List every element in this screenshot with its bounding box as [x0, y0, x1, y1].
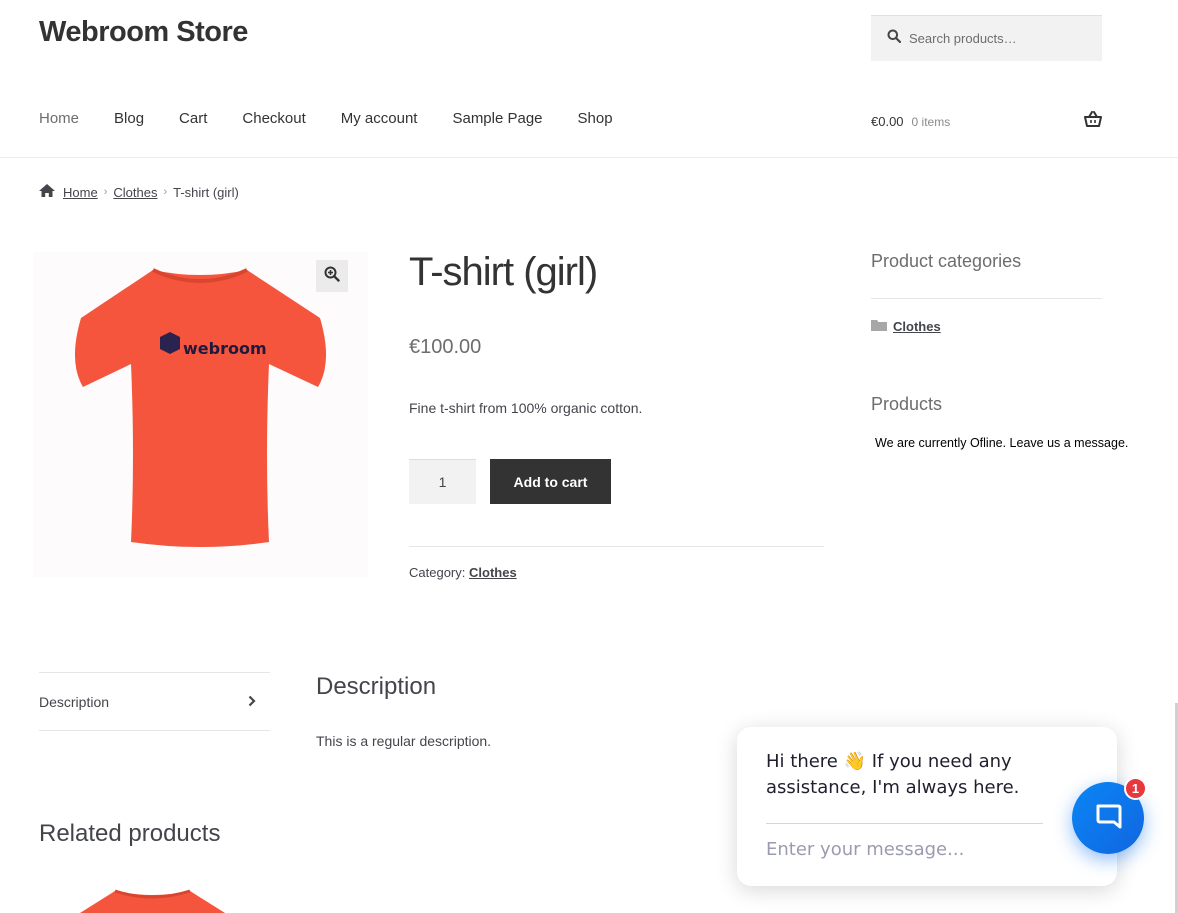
sidebar-category-label[interactable]: Clothes: [893, 319, 941, 334]
nav-item-my-account[interactable]: My account: [341, 110, 418, 127]
nav-item-checkout[interactable]: Checkout: [242, 110, 305, 127]
add-to-cart-button[interactable]: Add to cart: [490, 459, 611, 504]
sidebar-category-clothes[interactable]: Clothes: [871, 319, 941, 334]
breadcrumb: Home › Clothes › T-shirt (girl): [39, 184, 239, 200]
chat-popup[interactable]: Hi there 👋 If you need any assistance, I…: [737, 727, 1117, 886]
product-image[interactable]: webroom: [33, 252, 368, 577]
chat-notification-badge: 1: [1124, 777, 1147, 800]
nav-item-home[interactable]: Home: [39, 110, 79, 127]
nav-item-shop[interactable]: Shop: [578, 110, 613, 127]
product-price: €100.00: [409, 336, 482, 358]
nav-item-cart[interactable]: Cart: [179, 110, 207, 127]
chat-message-input[interactable]: [766, 839, 1066, 860]
chat-greeting: Hi there 👋 If you need any assistance, I…: [766, 749, 1066, 801]
tab-description[interactable]: Description: [39, 673, 270, 730]
breadcrumb-clothes[interactable]: Clothes: [113, 185, 157, 200]
product-short-description: Fine t-shirt from 100% organic cotton.: [409, 400, 643, 416]
main-nav: Home Blog Cart Checkout My account Sampl…: [39, 110, 648, 127]
description-text: This is a regular description.: [316, 733, 492, 749]
widget-title-products: Products: [871, 394, 943, 414]
chat-divider: [766, 823, 1043, 824]
related-product-image[interactable]: [80, 885, 225, 913]
header-divider: [0, 157, 1178, 158]
tab-description-label: Description: [39, 693, 110, 710]
breadcrumb-current: T-shirt (girl): [173, 184, 239, 200]
search-icon: [887, 29, 902, 48]
nav-item-sample-page[interactable]: Sample Page: [452, 110, 542, 127]
widget-title-product-categories: Product categories: [871, 251, 1022, 271]
chat-icon: [1093, 801, 1123, 836]
nav-item-blog[interactable]: Blog: [114, 110, 144, 127]
product-title: T-shirt (girl): [409, 250, 598, 294]
tab-divider: [39, 730, 270, 731]
site-title[interactable]: Webroom Store: [39, 16, 248, 49]
category-label: Category:: [409, 565, 466, 580]
basket-icon[interactable]: [1084, 111, 1102, 132]
cart-count: 0 items: [911, 114, 951, 129]
chat-greeting-line: Hi there 👋 If you need any: [766, 751, 1012, 772]
related-products-heading: Related products: [39, 820, 221, 847]
search-input[interactable]: [909, 31, 1089, 46]
product-image-logo-text: webroom: [183, 339, 267, 358]
chat-greeting-line: assistance, I'm always here.: [766, 777, 1020, 798]
meta-divider: [409, 546, 824, 547]
category-link[interactable]: Clothes: [469, 565, 517, 580]
breadcrumb-separator: ›: [163, 186, 168, 198]
widget-divider: [871, 298, 1102, 299]
product-meta: Category: Clothes: [409, 565, 517, 580]
header-cart[interactable]: €0.00 0 items: [871, 111, 1102, 132]
breadcrumb-home[interactable]: Home: [63, 185, 98, 200]
search-box[interactable]: [871, 15, 1102, 61]
description-heading: Description: [316, 673, 437, 700]
breadcrumb-separator: ›: [103, 186, 108, 198]
home-icon: [39, 184, 55, 200]
offline-message: We are currently Ofline. Leave us a mess…: [875, 436, 1129, 450]
cart-amount: €0.00: [871, 114, 904, 129]
folder-icon: [871, 319, 887, 334]
zoom-button[interactable]: [316, 260, 348, 292]
chevron-right-icon: [248, 694, 256, 710]
quantity-input[interactable]: [409, 459, 476, 504]
zoom-in-icon: [324, 266, 340, 287]
